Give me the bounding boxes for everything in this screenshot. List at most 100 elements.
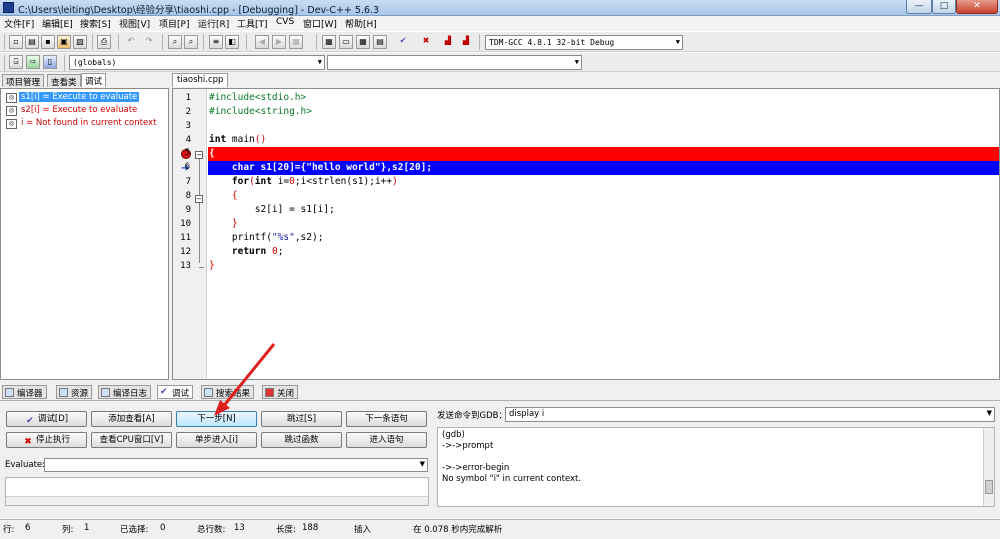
gdb-output-line: ->->error-begin — [442, 463, 510, 473]
status-parse-time: 在 0.078 秒内完成解析 — [413, 525, 503, 535]
forward-icon[interactable]: ▶ — [272, 35, 286, 49]
code-line: printf("%s",s2); — [209, 231, 324, 245]
compiler-icon — [5, 388, 14, 397]
maximize-button[interactable]: □ — [932, 0, 956, 14]
run-icon[interactable]: ▭ — [339, 35, 353, 49]
horizontal-scrollbar[interactable] — [6, 496, 428, 505]
close-file-icon[interactable]: ▧ — [73, 35, 87, 49]
check-icon: ✔ — [26, 416, 34, 426]
goto-line-icon[interactable]: ≡ — [209, 35, 223, 49]
menu-project[interactable]: 项目[P] — [159, 17, 189, 30]
minimize-button[interactable]: — — [906, 0, 932, 14]
tab-project-manager[interactable]: 项目管理 — [2, 74, 45, 88]
gdb-output[interactable]: (gdb) ->->prompt ->->error-begin No symb… — [437, 427, 995, 507]
scope-select[interactable]: (globals) ▼ — [69, 55, 325, 70]
new-class-icon[interactable]: ⍈ — [9, 55, 23, 69]
watch-item[interactable]: i = Not found in current context — [19, 118, 158, 128]
tab-debug[interactable]: 调试 — [81, 73, 107, 87]
menu-tools[interactable]: 工具[T] — [237, 17, 268, 30]
function-select[interactable]: ▼ — [327, 55, 582, 70]
tab-label: 编译器 — [17, 389, 43, 399]
left-panel-tabs: 项目管理 查看类 调试 — [2, 73, 170, 88]
into-statement-button[interactable]: 进入语句 — [346, 432, 427, 448]
print-icon[interactable]: ⎙ — [97, 35, 111, 49]
button-label: 停止执行 — [35, 435, 70, 445]
gdb-command-input[interactable]: display i ▼ — [505, 407, 995, 422]
status-bar: 行: 6 列: 1 已选择: 0 总行数: 13 长度: 188 插入 在 0.… — [0, 519, 1000, 539]
bookmark-icon[interactable]: ◧ — [225, 35, 239, 49]
compiler-select[interactable]: TDM-GCC 4.8.1 32-bit Debug ▼ — [485, 35, 683, 50]
replace-icon[interactable]: ⌕ — [184, 35, 198, 49]
code-editor[interactable]: 1 2 3 4 8 9 10 11 12 13 7 ➜ − − #include… — [172, 88, 1000, 380]
title-bar: C:\Users\leiting\Desktop\经验分享\tiaoshi.cp… — [0, 0, 1000, 16]
line-number: 2 — [185, 107, 191, 117]
menu-search[interactable]: 搜索[S] — [80, 17, 111, 30]
watch-icon: ◎ — [6, 106, 17, 116]
compile-run-icon[interactable]: ▦ — [356, 35, 370, 49]
menu-file[interactable]: 文件[F] — [4, 17, 34, 30]
save-all-icon[interactable]: ▣ — [57, 35, 71, 49]
menu-help[interactable]: 帮助[H] — [345, 17, 377, 30]
menu-view[interactable]: 视图[V] — [119, 17, 150, 30]
gdb-output-line: ->->prompt — [442, 441, 494, 451]
stop-icon[interactable]: ✖ — [419, 35, 433, 49]
gdb-command-label: 发送命令到GDB： — [437, 411, 507, 421]
new-file-icon[interactable]: ▫ — [9, 35, 23, 49]
gdb-command-value: display i — [509, 409, 545, 419]
check-icon[interactable]: ✔ — [396, 35, 410, 49]
find-icon[interactable]: ⌕ — [168, 35, 182, 49]
tab-resources[interactable]: 资源 — [56, 385, 93, 399]
indent-icon[interactable]: ▦ — [289, 35, 303, 49]
watch-item[interactable]: s2[i] = Execute to evaluate — [19, 105, 139, 115]
menu-cvs[interactable]: CVS — [276, 17, 294, 27]
step-into-button[interactable]: 单步进入[i] — [176, 432, 257, 448]
save-icon[interactable]: ▪ — [41, 35, 55, 49]
scrollbar-thumb[interactable] — [985, 480, 993, 494]
redo-icon[interactable]: ↷ — [142, 35, 156, 49]
editor-tab-file[interactable]: tiaoshi.cpp — [172, 73, 229, 87]
profile-delete-icon[interactable]: ▟ — [459, 35, 473, 49]
evaluate-input[interactable]: ▼ — [44, 458, 428, 472]
status-total-label: 总行数: — [197, 525, 226, 535]
menu-run[interactable]: 运行[R] — [198, 17, 229, 30]
status-length-label: 长度: — [276, 525, 296, 535]
watch-item[interactable]: s1[i] = Execute to evaluate — [19, 92, 140, 102]
code-line: #include<string.h> — [209, 106, 312, 117]
tab-class-browser[interactable]: 查看类 — [47, 74, 81, 88]
status-col: 1 — [84, 523, 90, 533]
status-length: 188 — [302, 523, 319, 533]
open-file-icon[interactable]: ▤ — [25, 35, 39, 49]
status-col-label: 列: — [62, 525, 74, 535]
vertical-scrollbar[interactable] — [983, 428, 994, 506]
stop-execution-button[interactable]: ✖ 停止执行 — [6, 432, 87, 448]
tab-debug-bottom[interactable]: ✔ 调试 — [157, 385, 194, 399]
line-number: 5 — [184, 148, 190, 158]
code-token: int — [209, 134, 227, 145]
cpu-window-button[interactable]: 查看CPU窗口[V] — [91, 432, 172, 448]
close-window-button[interactable]: ✕ — [956, 0, 998, 14]
bottom-tabs: 编译器 资源 编译日志 ✔调试 搜索结果 关闭 — [2, 385, 1000, 400]
menu-window[interactable]: 窗口[W] — [303, 17, 337, 30]
compile-icon[interactable]: ▦ — [322, 35, 336, 49]
insert-icon[interactable]: ⇨ — [26, 55, 40, 69]
line-number: 13 — [180, 261, 191, 271]
undo-icon[interactable]: ↶ — [124, 35, 138, 49]
line-number: 10 — [180, 219, 191, 229]
debug-button[interactable]: ✔ 调试[D] — [6, 411, 87, 427]
evaluate-output[interactable] — [5, 477, 429, 506]
watch-panel: ◎ s1[i] = Execute to evaluate ◎ s2[i] = … — [0, 88, 169, 380]
tab-label: 调试 — [172, 389, 190, 399]
back-icon[interactable]: ◀ — [255, 35, 269, 49]
code-line: int main() — [209, 133, 266, 147]
menu-edit[interactable]: 编辑[E] — [42, 17, 73, 30]
next-statement-button[interactable]: 下一条语句 — [346, 411, 427, 427]
profile-chart-icon[interactable]: ▟ — [441, 35, 455, 49]
fold-toggle-icon[interactable]: − — [195, 151, 203, 159]
rebuild-icon[interactable]: ▤ — [373, 35, 387, 49]
tab-compiler[interactable]: 编译器 — [2, 385, 47, 399]
tab-compile-log[interactable]: 编译日志 — [98, 385, 152, 399]
add-watch-button[interactable]: 添加查看[A] — [91, 411, 172, 427]
skip-function-button[interactable]: 跳过函数 — [261, 432, 342, 448]
fold-toggle-icon[interactable]: − — [195, 195, 203, 203]
toggle-header-icon[interactable]: ▯ — [43, 55, 57, 69]
